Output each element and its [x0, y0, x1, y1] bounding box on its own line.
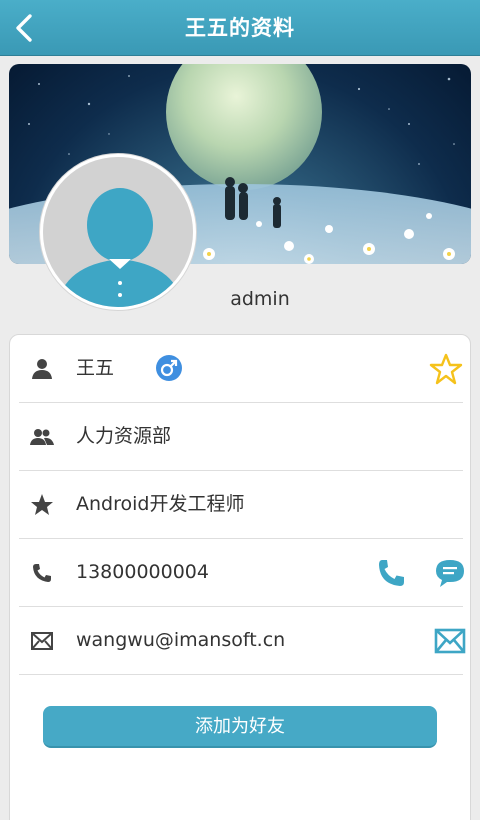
job-title-value: Android开发工程师 — [76, 493, 245, 515]
send-mail-icon[interactable] — [433, 625, 467, 657]
person-icon — [32, 359, 52, 379]
call-icon[interactable] — [375, 557, 409, 589]
page-title: 王五的资料 — [185, 16, 295, 40]
phone-value: 13800000004 — [76, 561, 209, 583]
star-icon — [31, 494, 53, 515]
avatar[interactable] — [40, 154, 196, 310]
male-icon — [156, 355, 182, 381]
name-value: 王五 — [76, 357, 115, 379]
star-outline-icon[interactable] — [429, 353, 463, 385]
username: admin — [230, 288, 290, 310]
user-avatar-icon — [43, 157, 193, 307]
mail-icon — [31, 632, 53, 650]
group-icon — [30, 429, 54, 445]
department-value: 人力资源部 — [76, 425, 172, 447]
title-bar: 王五的资料 — [0, 0, 480, 56]
detail-row-department: 人力资源部 — [19, 403, 463, 471]
detail-row-phone: 13800000004 — [19, 539, 464, 607]
phone-icon — [33, 564, 51, 582]
add-friend-button[interactable]: 添加为好友 — [43, 706, 437, 748]
detail-row-title: Android开发工程师 — [19, 471, 463, 539]
profile-details-card: 王五 人力资源部 Android开发工程师 13800000004 wangwu… — [9, 334, 471, 820]
detail-row-name: 王五 — [19, 335, 463, 403]
message-icon[interactable] — [433, 557, 467, 589]
detail-row-email: wangwu@imansoft.cn — [19, 607, 466, 675]
email-value: wangwu@imansoft.cn — [76, 629, 286, 651]
